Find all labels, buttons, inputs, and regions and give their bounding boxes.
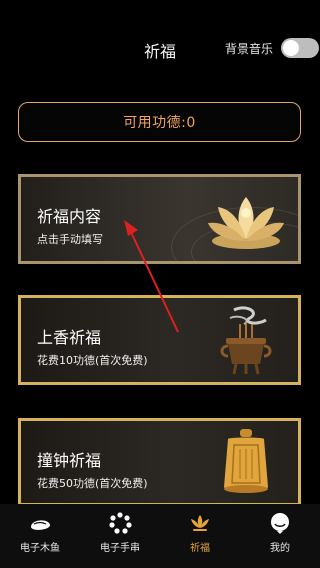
tab-label: 电子手串 [100,543,140,554]
card-subtitle: 花费10功德(首次免费) [37,354,148,367]
tab-label: 祈福 [190,543,210,554]
incense-blessing-card[interactable]: 上香祈福 花费10功德(首次免费) [18,295,301,385]
available-merit-label: 可用功德:0 [123,115,196,131]
card-title: 上香祈福 [37,328,102,347]
blessing-content-card[interactable]: 祈福内容 点击手动填写 [18,174,301,264]
bell-blessing-card[interactable]: 撞钟祈福 花费50功德(首次免费) [18,418,301,506]
card-title: 祈福内容 [37,207,102,226]
bell-icon [224,429,268,493]
toggle-knob [283,40,299,56]
tab-label: 我的 [270,543,290,554]
lotus-tab-icon [191,515,209,531]
tab-bead-bracelet[interactable]: 电子手串 [80,504,160,568]
profile-icon [271,513,289,534]
bottom-tab-bar: 电子木鱼 电子手串 祈福 我的 [0,504,320,568]
tab-blessing[interactable]: 祈福 [160,504,240,568]
lotus-icon [208,197,284,249]
background-music-toggle[interactable] [281,38,319,58]
tab-wooden-fish[interactable]: 电子木鱼 [0,504,80,568]
incense-burner-icon [220,306,272,375]
card-subtitle: 花费50功德(首次免费) [37,477,148,490]
tab-label: 电子木鱼 [20,543,60,554]
bead-bracelet-icon [109,512,132,534]
available-merit-box: 可用功德:0 [18,102,301,142]
wooden-fish-icon [31,520,50,530]
background-music-label: 背景音乐 [225,42,274,56]
card-subtitle: 点击手动填写 [37,233,103,246]
header: 祈福 背景音乐 [0,0,320,96]
tab-profile[interactable]: 我的 [240,504,320,568]
card-title: 撞钟祈福 [37,451,102,470]
